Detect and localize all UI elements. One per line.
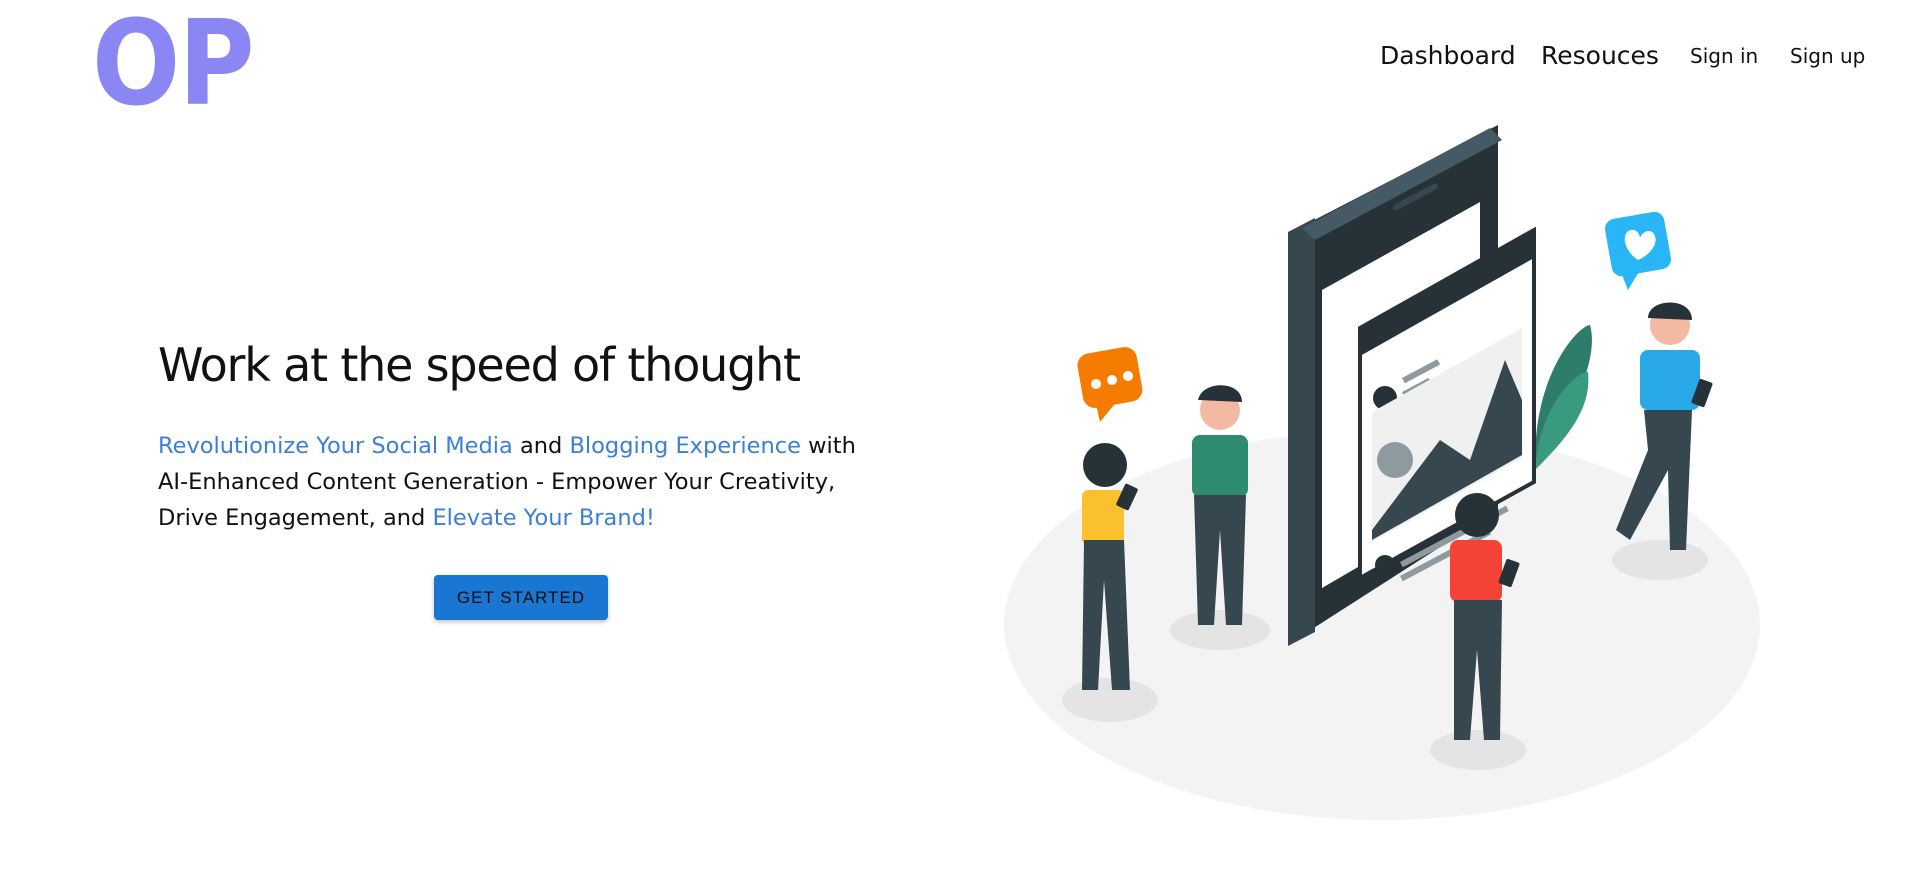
hero-illustration: [1004, 125, 1760, 820]
hero-highlight-brand: Elevate Your Brand!: [432, 505, 655, 531]
chat-bubble-icon: [1077, 347, 1143, 422]
nav-sign-up[interactable]: Sign up: [1790, 40, 1865, 72]
nav-dashboard[interactable]: Dashboard: [1380, 40, 1516, 72]
hero-text-and: and: [512, 433, 570, 459]
nav-sign-in[interactable]: Sign in: [1690, 40, 1758, 72]
nav-resources[interactable]: Resouces: [1541, 40, 1659, 72]
hero-highlight-blogging: Blogging Experience: [569, 433, 801, 459]
get-started-button[interactable]: GET STARTED: [434, 575, 608, 620]
top-nav: Dashboard Resouces Sign in Sign up: [0, 40, 1919, 72]
heart-icon: [1605, 211, 1671, 290]
hero-title: Work at the speed of thought: [158, 338, 801, 392]
hero-highlight-social-media: Revolutionize Your Social Media: [158, 433, 513, 459]
hero-description: Revolutionize Your Social Media and Blog…: [158, 428, 858, 536]
leaf-icon: [1535, 325, 1592, 470]
